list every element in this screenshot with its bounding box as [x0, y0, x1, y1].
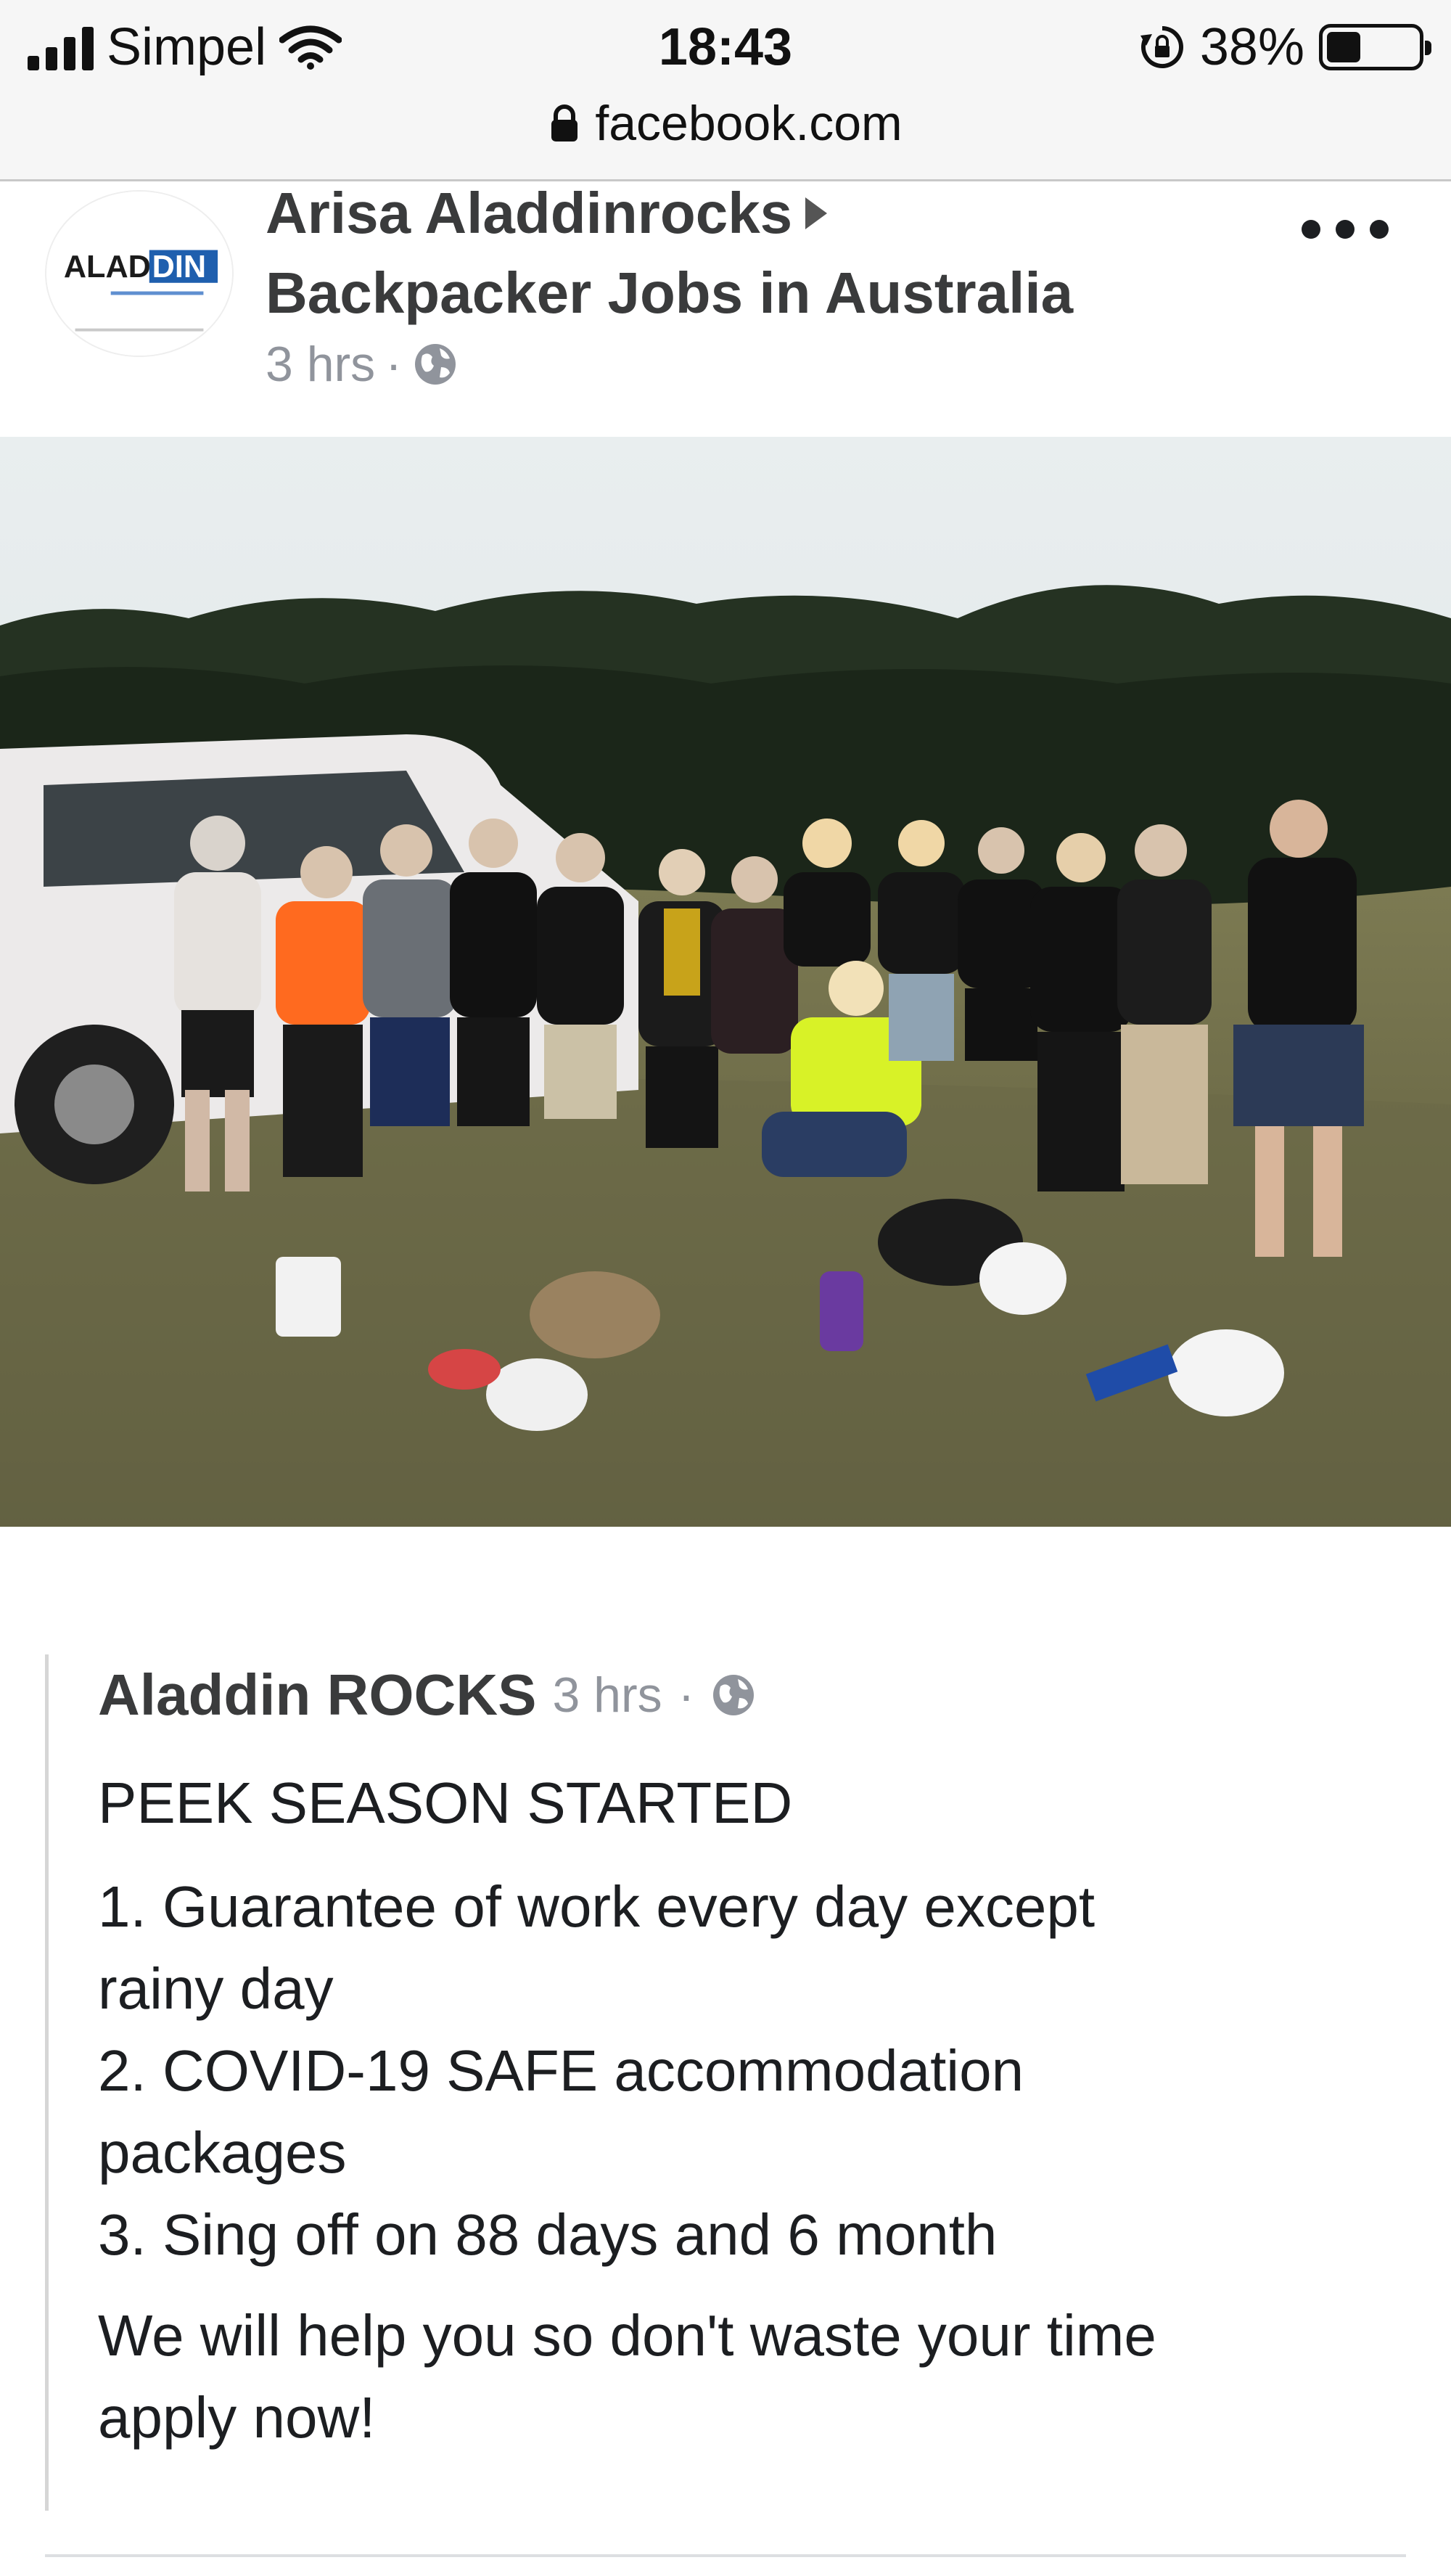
battery-percent: 38% — [1199, 18, 1304, 76]
post-header: ALAD DIN Arisa Aladdinrocks Backpacker J… — [0, 181, 1451, 435]
globe-icon — [713, 1675, 755, 1715]
closing-text: We will help you so don't waste your tim… — [98, 2294, 1406, 2458]
battery-icon — [1319, 24, 1431, 70]
lock-icon — [551, 104, 578, 141]
shared-meta-separator: · — [678, 1668, 695, 1723]
wifi-icon — [279, 25, 342, 70]
globe-icon — [414, 344, 456, 385]
closing-line: apply now! — [98, 2385, 376, 2450]
more-options-button[interactable] — [1302, 208, 1389, 251]
signal-icon — [28, 24, 94, 70]
rotation-lock-icon — [1140, 26, 1183, 68]
post-meta: 3 hrs · — [266, 335, 459, 393]
post-author[interactable]: Arisa Aladdinrocks — [266, 180, 792, 247]
url-bar[interactable]: facebook.com — [0, 87, 1451, 160]
carrier-name: Simpel — [107, 18, 267, 76]
svg-text:DIN: DIN — [152, 250, 206, 284]
battery-group: 38% — [1139, 16, 1431, 78]
status-bar: Simpel 18:43 38% facebook.com — [0, 0, 1451, 181]
avatar[interactable]: ALAD DIN — [45, 190, 234, 357]
post-time[interactable]: 3 hrs — [266, 336, 375, 393]
divider — [45, 2554, 1406, 2557]
url-text[interactable]: facebook.com — [595, 95, 902, 152]
arrow-right-icon — [805, 197, 828, 229]
svg-text:ALAD: ALAD — [64, 250, 151, 284]
list-line: rainy day — [98, 1956, 334, 2021]
post-photo[interactable] — [0, 437, 1451, 1527]
benefits-list: 1. Guarantee of work every day except ra… — [98, 1866, 1406, 2276]
carrier-group: Simpel — [28, 16, 342, 78]
shared-post-author[interactable]: Aladdin ROCKS — [98, 1662, 536, 1728]
post-heading: PEEK SEASON STARTED — [98, 1771, 793, 1835]
list-line: 2. COVID-19 SAFE accommodation — [98, 2038, 1024, 2103]
meta-separator: · — [385, 337, 402, 392]
shared-post-header: Aladdin ROCKS 3 hrs · — [98, 1659, 1406, 1731]
group-photo-image — [0, 437, 1451, 1527]
list-line: 3. Sing off on 88 days and 6 month — [98, 2202, 998, 2267]
more-icon — [1302, 220, 1320, 239]
shared-post: Aladdin ROCKS 3 hrs · PEEK SEASON STARTE… — [45, 1654, 1406, 2511]
shared-post-time[interactable]: 3 hrs — [552, 1667, 662, 1723]
list-line: 1. Guarantee of work every day except — [98, 1874, 1096, 1939]
closing-line: We will help you so don't waste your tim… — [98, 2303, 1156, 2368]
post-author-line: Arisa Aladdinrocks — [266, 180, 828, 247]
list-line: packages — [98, 2120, 347, 2185]
post-group[interactable]: Backpacker Jobs in Australia — [266, 260, 1073, 327]
aladdin-logo: ALAD DIN — [46, 192, 232, 356]
